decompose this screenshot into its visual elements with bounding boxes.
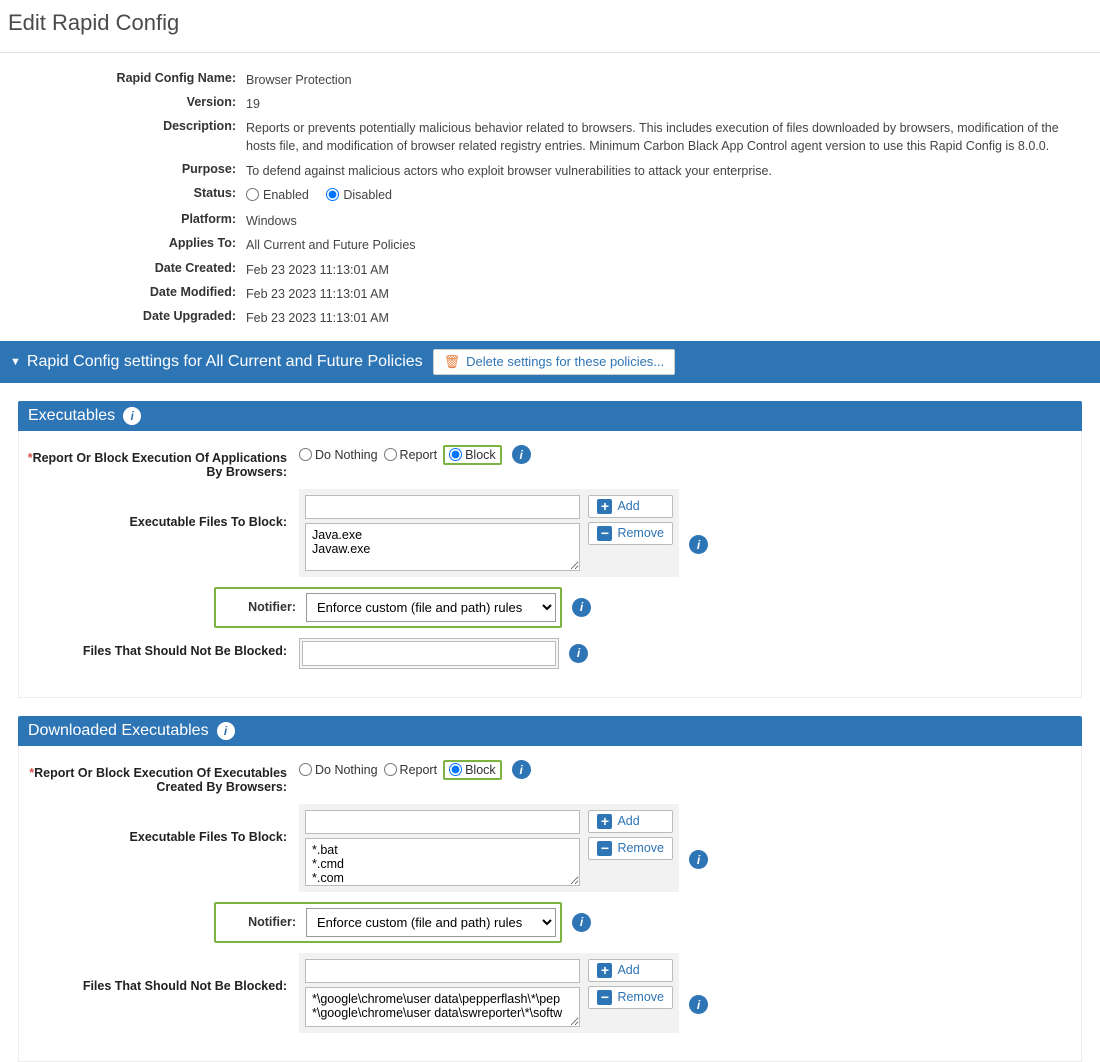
exec-rb-label: *Report Or Block Execution Of Applicatio… xyxy=(19,445,299,479)
exec-files-editor: Java.exe Javaw.exe +Add −Remove xyxy=(299,489,679,577)
meta-created-value: Feb 23 2023 11:13:01 AM xyxy=(246,261,1092,279)
dexec-files-list[interactable]: *.bat *.cmd *.com xyxy=(305,838,580,886)
minus-icon: − xyxy=(597,841,612,856)
meta-description-value: Reports or prevents potentially maliciou… xyxy=(246,119,1092,155)
page-title: Edit Rapid Config xyxy=(0,0,1100,52)
details-panel: Rapid Config Name:Browser Protection Ver… xyxy=(0,52,1100,327)
dexec-noblock-editor: *\google\chrome\user data\pepperflash\*\… xyxy=(299,953,679,1033)
dexec-noblock-remove-button[interactable]: −Remove xyxy=(588,986,673,1009)
exec-rb-report[interactable]: Report xyxy=(384,448,438,462)
dexec-notifier-label: Notifier: xyxy=(220,915,296,929)
executables-section-header: Executables i xyxy=(18,401,1082,431)
dexec-rb-block[interactable]: Block xyxy=(449,763,496,777)
meta-platform-label: Platform: xyxy=(8,212,246,226)
dexec-files-add-input[interactable] xyxy=(305,810,580,834)
plus-icon: + xyxy=(597,963,612,978)
meta-name-label: Rapid Config Name: xyxy=(8,71,246,85)
exec-notifier-select[interactable]: Enforce custom (file and path) rules xyxy=(306,593,556,622)
exec-notifier-label: Notifier: xyxy=(220,600,296,614)
dexec-noblock-add-button[interactable]: +Add xyxy=(588,959,673,982)
meta-version-value: 19 xyxy=(246,95,1092,113)
info-icon[interactable]: i xyxy=(572,913,591,932)
meta-upgraded-value: Feb 23 2023 11:13:01 AM xyxy=(246,309,1092,327)
exec-files-add-input[interactable] xyxy=(305,495,580,519)
info-icon[interactable]: i xyxy=(689,535,708,554)
info-icon[interactable]: i xyxy=(689,850,708,869)
dexec-noblock-list[interactable]: *\google\chrome\user data\pepperflash\*\… xyxy=(305,987,580,1027)
meta-modified-label: Date Modified: xyxy=(8,285,246,299)
exec-rb-block[interactable]: Block xyxy=(449,448,496,462)
info-icon[interactable]: i xyxy=(572,598,591,617)
exec-files-label: Executable Files To Block: xyxy=(19,489,299,529)
dexec-files-editor: *.bat *.cmd *.com +Add −Remove xyxy=(299,804,679,892)
exec-files-add-button[interactable]: +Add xyxy=(588,495,673,518)
info-icon[interactable]: i xyxy=(512,760,531,779)
exec-files-remove-button[interactable]: −Remove xyxy=(588,522,673,545)
status-enabled-radio[interactable]: Enabled xyxy=(246,186,309,204)
meta-created-label: Date Created: xyxy=(8,261,246,275)
caret-down-icon: ▼ xyxy=(10,356,21,368)
dexec-noblock-label: Files That Should Not Be Blocked: xyxy=(19,953,299,993)
dexec-files-label: Executable Files To Block: xyxy=(19,804,299,844)
settings-header[interactable]: ▼ Rapid Config settings for All Current … xyxy=(0,341,1100,383)
info-icon[interactable]: i xyxy=(569,644,588,663)
info-icon[interactable]: i xyxy=(689,995,708,1014)
meta-applies-value: All Current and Future Policies xyxy=(246,236,1092,254)
downloaded-executables-section-header: Downloaded Executables i xyxy=(18,716,1082,746)
trash-icon: 🗑 xyxy=(444,354,461,370)
minus-icon: − xyxy=(597,990,612,1005)
plus-icon: + xyxy=(597,814,612,829)
info-icon[interactable]: i xyxy=(123,407,141,425)
exec-noblock-label: Files That Should Not Be Blocked: xyxy=(19,638,299,658)
dexec-rb-nothing[interactable]: Do Nothing xyxy=(299,763,378,777)
meta-description-label: Description: xyxy=(8,119,246,133)
meta-modified-value: Feb 23 2023 11:13:01 AM xyxy=(246,285,1092,303)
meta-applies-label: Applies To: xyxy=(8,236,246,250)
meta-name-value: Browser Protection xyxy=(246,71,1092,89)
meta-upgraded-label: Date Upgraded: xyxy=(8,309,246,323)
dexec-rb-report[interactable]: Report xyxy=(384,763,438,777)
dexec-rb-label: *Report Or Block Execution Of Executable… xyxy=(19,760,299,794)
plus-icon: + xyxy=(597,499,612,514)
settings-header-title: Rapid Config settings for All Current an… xyxy=(27,353,423,371)
dexec-files-add-button[interactable]: +Add xyxy=(588,810,673,833)
exec-rb-nothing[interactable]: Do Nothing xyxy=(299,448,378,462)
meta-version-label: Version: xyxy=(8,95,246,109)
meta-purpose-value: To defend against malicious actors who e… xyxy=(246,162,1092,180)
dexec-noblock-add-input[interactable] xyxy=(305,959,580,983)
info-icon[interactable]: i xyxy=(512,445,531,464)
meta-purpose-label: Purpose: xyxy=(8,162,246,176)
dexec-notifier-select[interactable]: Enforce custom (file and path) rules xyxy=(306,908,556,937)
minus-icon: − xyxy=(597,526,612,541)
exec-files-list[interactable]: Java.exe Javaw.exe xyxy=(305,523,580,571)
info-icon[interactable]: i xyxy=(217,722,235,740)
meta-platform-value: Windows xyxy=(246,212,1092,230)
meta-status-label: Status: xyxy=(8,186,246,200)
dexec-files-remove-button[interactable]: −Remove xyxy=(588,837,673,860)
exec-noblock-input[interactable] xyxy=(302,641,556,666)
delete-settings-button[interactable]: 🗑 Delete settings for these policies... xyxy=(433,349,676,375)
status-disabled-radio[interactable]: Disabled xyxy=(326,186,392,204)
